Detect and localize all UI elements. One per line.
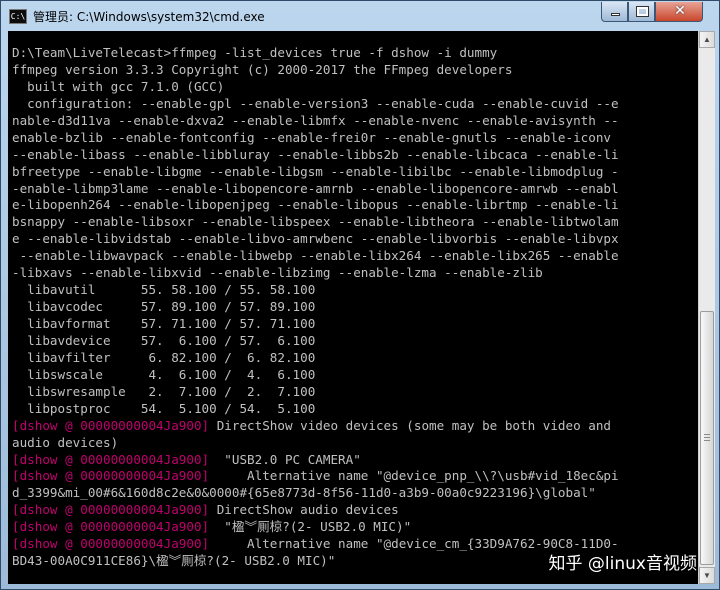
console-line: d_3399&mi_00#6&160d8c2e&0&0000#{65e8773d… xyxy=(12,485,698,502)
close-button[interactable]: ✕ xyxy=(655,2,703,22)
console-line: libavformat 57. 71.100 / 57. 71.100 xyxy=(12,316,698,333)
console-line-text: e --enable-libvidstab --enable-libvo-amr… xyxy=(12,231,619,247)
console-line-text: --enable-libass --enable-libbluray --ena… xyxy=(12,146,619,162)
console-line: libswresample 2. 7.100 / 2. 7.100 xyxy=(12,384,698,401)
title-bar[interactable]: C:\ 管理员: C:\Windows\system32\cmd.exe ✕ xyxy=(1,1,719,31)
console-line-text: libavdevice 57. 6.100 / 57. 6.100 xyxy=(12,332,316,348)
console-line: libavdevice 57. 6.100 / 57. 6.100 xyxy=(12,333,698,350)
console-line-text: D:\Team\LiveTelecast>ffmpeg -list_device… xyxy=(12,45,498,60)
console-line: e --enable-libvidstab --enable-libvo-amr… xyxy=(12,231,698,248)
console-line: libavfilter 6. 82.100 / 6. 82.100 xyxy=(12,350,698,367)
console-line: bfreetype --enable-libgme --enable-libgs… xyxy=(12,164,698,181)
console-line-text: "楹︾厠椋?(2- USB2.0 MIC)" xyxy=(209,519,412,535)
console-text: D:\Team\LiveTelecast>ffmpeg -list_device… xyxy=(8,31,698,570)
console-line-text: libavformat 57. 71.100 / 57. 71.100 xyxy=(12,316,316,331)
console-line: e-libopenh264 --enable-libopenjpeg --ena… xyxy=(12,197,698,214)
console-line-text: audio devices) xyxy=(12,434,119,450)
dshow-tag: [dshow @ 00000000004Ja900] xyxy=(12,468,210,484)
console-line-text: -libxavs --enable-libxvid --enable-libzi… xyxy=(12,265,543,281)
console-line: bsnappy --enable-libsoxr --enable-libspe… xyxy=(12,214,698,231)
window-title: 管理员: C:\Windows\system32\cmd.exe xyxy=(33,10,265,24)
arrow-up-icon: ▲ xyxy=(703,35,711,44)
console-line: [dshow @ 00000000004Ja900] "USB2.0 PC CA… xyxy=(12,452,698,469)
console-line: -libxavs --enable-libxvid --enable-libzi… xyxy=(12,265,698,282)
grip-icon xyxy=(704,434,710,435)
console-line-text: libswscale 4. 6.100 / 4. 6.100 xyxy=(12,366,316,382)
console-line-text: libswresample 2. 7.100 / 2. 7.100 xyxy=(12,383,316,399)
console-line-text: Alternative name "@device_pnp_\\?\usb#vi… xyxy=(209,468,619,484)
console-line-text: nable-d3d11va --enable-dxva2 --enable-li… xyxy=(12,112,619,128)
console-line-text: DirectShow audio devices xyxy=(209,502,399,518)
maximize-button[interactable] xyxy=(628,2,655,22)
console-line-text: --enable-libwavpack --enable-libwebp --e… xyxy=(12,248,619,264)
console-line: -enable-libmp3lame --enable-libopencore-… xyxy=(12,181,698,198)
console-line-text: bsnappy --enable-libsoxr --enable-libspe… xyxy=(12,214,619,230)
vertical-scrollbar[interactable]: ▲ ▼ xyxy=(698,31,715,584)
console-line-text: BD43-00A0C911CE86}\楹︾厠椋?(2- USB2.0 MIC)" xyxy=(12,553,336,569)
console-line: [dshow @ 00000000004Ja900] DirectShow vi… xyxy=(12,418,698,435)
arrow-down-icon: ▼ xyxy=(703,571,711,580)
console-line-text: e-libopenh264 --enable-libopenjpeg --ena… xyxy=(12,197,619,213)
console-line: audio devices) xyxy=(12,435,698,452)
console-line-text: bfreetype --enable-libgme --enable-libgs… xyxy=(12,163,619,179)
maximize-icon xyxy=(637,7,648,16)
watermark: 知乎 @linux音视频 xyxy=(548,554,697,574)
console-line: configuration: --enable-gpl --enable-ver… xyxy=(12,96,698,113)
minimize-button[interactable] xyxy=(601,2,628,22)
scroll-down-button[interactable]: ▼ xyxy=(699,567,715,584)
console-line-text: configuration: --enable-gpl --enable-ver… xyxy=(12,95,619,111)
console-line: built with gcc 7.1.0 (GCC) xyxy=(12,79,698,96)
minimize-icon xyxy=(611,13,620,16)
console-line: [dshow @ 00000000004Ja900] "楹︾厠椋?(2- USB… xyxy=(12,519,698,536)
console-line-text: built with gcc 7.1.0 (GCC) xyxy=(12,78,225,94)
console-line: [dshow @ 00000000004Ja900] Alternative n… xyxy=(12,468,698,485)
console-line: libavcodec 57. 89.100 / 57. 89.100 xyxy=(12,299,698,316)
console-line-text: enable-bzlib --enable-fontconfig --enabl… xyxy=(12,129,619,145)
cmd-window: C:\ 管理员: C:\Windows\system32\cmd.exe ✕ D… xyxy=(0,0,720,590)
dshow-tag: [dshow @ 00000000004Ja900] xyxy=(12,417,210,433)
console-line-text: libpostproc 54. 5.100 / 54. 5.100 xyxy=(12,400,316,416)
console-line: --enable-libass --enable-libbluray --ena… xyxy=(12,147,698,164)
console-line: [dshow @ 00000000004Ja900] DirectShow au… xyxy=(12,502,698,519)
console-line: --enable-libwavpack --enable-libwebp --e… xyxy=(12,248,698,265)
close-icon: ✕ xyxy=(674,3,686,19)
console-line-text: ffmpeg version 3.3.3 Copyright (c) 2000-… xyxy=(12,61,513,77)
console-line-text: libavutil 55. 58.100 / 55. 58.100 xyxy=(12,282,316,298)
console-line-text: libavcodec 57. 89.100 / 57. 89.100 xyxy=(12,299,316,315)
console-line: libavutil 55. 58.100 / 55. 58.100 xyxy=(12,282,698,299)
console-line-text: DirectShow video devices (some may be bo… xyxy=(209,417,611,433)
grip-icon xyxy=(704,437,710,438)
console-line: ffmpeg version 3.3.3 Copyright (c) 2000-… xyxy=(12,62,698,79)
console-line: libswscale 4. 6.100 / 4. 6.100 xyxy=(12,367,698,384)
dshow-tag: [dshow @ 00000000004Ja900] xyxy=(12,519,210,535)
console-line: nable-d3d11va --enable-dxva2 --enable-li… xyxy=(12,113,698,130)
dshow-tag: [dshow @ 00000000004Ja900] xyxy=(12,451,210,467)
cmd-icon[interactable]: C:\ xyxy=(9,9,27,24)
console-line: libpostproc 54. 5.100 / 54. 5.100 xyxy=(12,401,698,418)
console-line-text: libavfilter 6. 82.100 / 6. 82.100 xyxy=(12,349,316,365)
scroll-thumb[interactable] xyxy=(700,311,714,565)
console-line-text: "USB2.0 PC CAMERA" xyxy=(209,451,361,467)
console-line-text: d_3399&mi_00#6&160d8c2e&0&0000#{65e8773d… xyxy=(12,485,596,501)
grip-icon xyxy=(704,440,710,441)
scroll-up-button[interactable]: ▲ xyxy=(699,31,715,48)
dshow-tag: [dshow @ 00000000004Ja900] xyxy=(12,502,210,518)
console-output[interactable]: D:\Team\LiveTelecast>ffmpeg -list_device… xyxy=(8,31,698,584)
console-line-text: -enable-libmp3lame --enable-libopencore-… xyxy=(12,180,619,196)
console-line: enable-bzlib --enable-fontconfig --enabl… xyxy=(12,130,698,147)
dshow-tag: [dshow @ 00000000004Ja900] xyxy=(12,536,210,552)
console-line: D:\Team\LiveTelecast>ffmpeg -list_device… xyxy=(12,45,698,62)
